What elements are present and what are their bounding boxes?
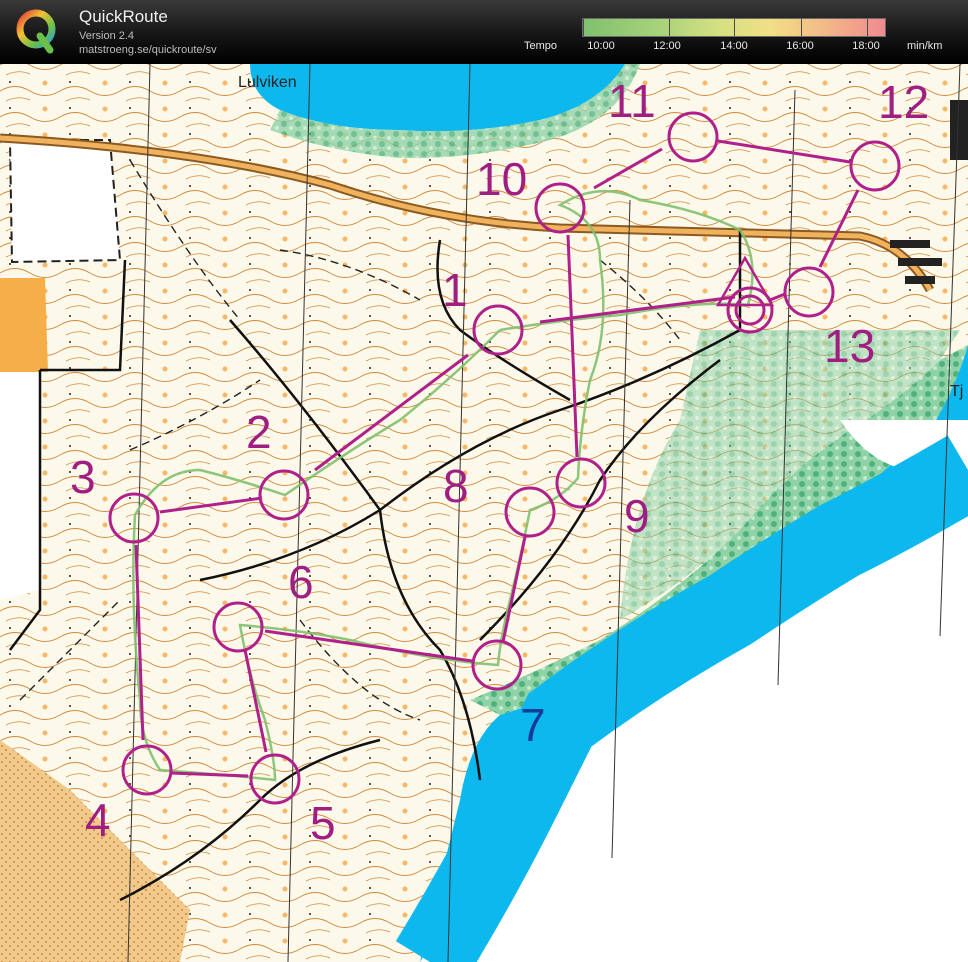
scale-tick-label: 12:00 xyxy=(653,40,681,52)
scale-tick xyxy=(669,19,670,36)
scale-tick xyxy=(583,19,584,36)
scale-tick xyxy=(867,19,868,36)
orienteering-map[interactable]: 1 2 3 4 5 6 7 8 9 10 11 12 13 Lulviken T… xyxy=(0,64,968,962)
scale-tick-label: 16:00 xyxy=(786,40,814,52)
control-number-2: 2 xyxy=(246,406,272,458)
unit-label: min/km xyxy=(907,40,943,52)
place-name-tj: Tj xyxy=(950,383,963,400)
control-number-13: 13 xyxy=(824,320,875,372)
scale-tick-label: 10:00 xyxy=(587,40,615,52)
control-number-7: 7 xyxy=(520,699,546,751)
scale-tick xyxy=(734,19,735,36)
app-header: QuickRoute Version 2.4 matstroeng.se/qui… xyxy=(0,0,968,64)
scale-tick xyxy=(801,19,802,36)
place-name-lulviken: Lulviken xyxy=(238,74,297,91)
scale-tick-label: 14:00 xyxy=(720,40,748,52)
quickroute-logo-icon xyxy=(16,9,56,54)
control-number-5: 5 xyxy=(310,797,336,849)
control-number-9: 9 xyxy=(624,490,650,542)
control-number-3: 3 xyxy=(70,451,96,503)
control-number-11: 11 xyxy=(608,75,656,127)
tempo-label: Tempo xyxy=(524,40,558,52)
control-number-10: 10 xyxy=(476,153,527,205)
app-url: matstroeng.se/quickroute/sv xyxy=(79,44,217,56)
control-number-8: 8 xyxy=(443,460,469,512)
control-number-4: 4 xyxy=(85,794,111,846)
control-number-12: 12 xyxy=(878,76,929,128)
open-land xyxy=(0,278,48,372)
control-number-1: 1 xyxy=(442,264,468,316)
open-field xyxy=(8,139,122,264)
app-version: Version 2.4 xyxy=(79,30,135,42)
app-title: QuickRoute xyxy=(79,7,168,26)
scale-tick-label: 18:00 xyxy=(852,40,880,52)
tempo-color-scale xyxy=(582,18,886,37)
white-forest xyxy=(0,372,40,600)
control-number-6: 6 xyxy=(288,556,314,608)
